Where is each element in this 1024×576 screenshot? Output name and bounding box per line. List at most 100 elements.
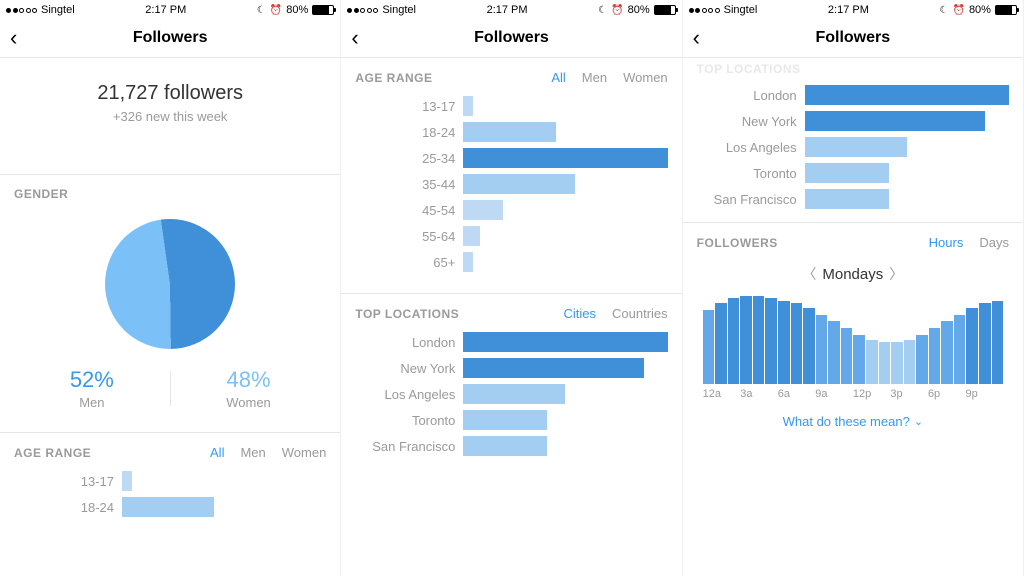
- hbar-label: 13-17: [355, 99, 463, 114]
- tab-age-men[interactable]: Men: [582, 70, 607, 85]
- hbar-row: Los Angeles: [697, 134, 1009, 160]
- hbar-bar: [805, 137, 907, 157]
- hbar-row: London: [355, 329, 667, 355]
- alarm-icon: ⏰: [952, 5, 964, 16]
- follower-count: 21,727 followers: [0, 82, 340, 105]
- hour-bar: [740, 296, 752, 384]
- hbar-bar: [463, 332, 667, 352]
- hour-axis-tick: 6a: [778, 388, 816, 400]
- status-bar: Singtel 2:17 PM ☾ ⏰ 80%: [0, 0, 340, 18]
- chevron-right-icon[interactable]: 〉: [889, 264, 903, 284]
- tab-days[interactable]: Days: [979, 235, 1009, 250]
- follower-delta: +326 new this week: [0, 109, 340, 124]
- gender-women-pct: 48%: [171, 367, 327, 393]
- age-section-label: AGE RANGE: [14, 446, 91, 460]
- tab-loc-countries[interactable]: Countries: [612, 306, 668, 321]
- what-do-these-mean-link[interactable]: What do these mean? ⌄: [697, 400, 1009, 435]
- hour-bar: [803, 308, 815, 384]
- hbar-bar: [463, 226, 479, 246]
- hour-bar: [891, 342, 903, 384]
- hour-axis-tick: 12a: [703, 388, 741, 400]
- clock-label: 2:17 PM: [487, 4, 528, 16]
- hour-bar: [979, 303, 991, 384]
- hour-bar: [879, 342, 891, 384]
- gender-section-label: GENDER: [14, 187, 68, 201]
- battery-icon: [654, 5, 676, 15]
- battery-pct-label: 80%: [969, 4, 991, 16]
- hbar-label: Los Angeles: [355, 387, 463, 402]
- tab-age-women[interactable]: Women: [623, 70, 668, 85]
- hbar-label: San Francisco: [697, 192, 805, 207]
- hbar-bar: [805, 189, 889, 209]
- hbar-label: Toronto: [355, 413, 463, 428]
- age-tabs: All Men Women: [210, 445, 326, 460]
- hbar-row: 13-17: [14, 468, 326, 494]
- hbar-bar: [463, 122, 555, 142]
- hbar-row: New York: [697, 108, 1009, 134]
- hour-axis-tick: 9p: [965, 388, 1003, 400]
- hour-bar: [753, 296, 765, 384]
- carrier-label: Singtel: [382, 4, 416, 16]
- hbar-bar: [463, 148, 667, 168]
- followers-time-tabs: Hours Days: [929, 235, 1009, 250]
- nav-header: ‹ Followers: [0, 18, 340, 58]
- gender-men-label: Men: [14, 395, 170, 410]
- hour-bar: [778, 301, 790, 384]
- back-button[interactable]: ‹: [10, 27, 17, 49]
- hbar-row: New York: [355, 355, 667, 381]
- hour-bar: [828, 321, 840, 384]
- hbar-row: 35-44: [355, 171, 667, 197]
- tab-age-all[interactable]: All: [551, 70, 565, 85]
- hbar-row: Los Angeles: [355, 381, 667, 407]
- screen-2-age-locations: Singtel 2:17 PM ☾ ⏰ 80% ‹ Followers AGE …: [341, 0, 682, 576]
- gender-men-cell: 52% Men: [14, 367, 170, 410]
- back-button[interactable]: ‹: [693, 27, 700, 49]
- tab-loc-cities[interactable]: Cities: [564, 306, 597, 321]
- battery-icon: [995, 5, 1017, 15]
- chevron-left-icon[interactable]: 〈: [802, 264, 816, 284]
- tab-age-men[interactable]: Men: [240, 445, 265, 460]
- hour-bar: [904, 340, 916, 384]
- followers-time-label: FOLLOWERS: [697, 236, 778, 250]
- hour-bar: [765, 298, 777, 384]
- hour-axis-tick: 6p: [928, 388, 966, 400]
- tab-age-all[interactable]: All: [210, 445, 224, 460]
- day-selector[interactable]: 〈 Mondays 〉: [697, 250, 1009, 294]
- hbar-bar: [463, 96, 473, 116]
- clock-label: 2:17 PM: [145, 4, 186, 16]
- hbar-label: 18-24: [355, 125, 463, 140]
- age-section-peek: AGE RANGE All Men Women 13-1718-24: [0, 432, 340, 530]
- dnd-moon-icon: ☾: [257, 5, 266, 16]
- hours-bar-chart: [697, 294, 1009, 384]
- carrier-label: Singtel: [41, 4, 75, 16]
- dnd-moon-icon: ☾: [598, 5, 607, 16]
- nav-header: ‹ Followers: [341, 18, 681, 58]
- locations-tabs: Cities Countries: [564, 306, 668, 321]
- hour-bar: [715, 303, 727, 384]
- signal-dots-icon: [347, 8, 378, 13]
- hbar-bar: [463, 358, 643, 378]
- followers-time-section: FOLLOWERS Hours Days 〈 Mondays 〉 12a3a6a…: [683, 222, 1023, 441]
- hbar-row: 18-24: [14, 494, 326, 520]
- locations-section-label-cut: TOP LOCATIONS: [683, 58, 1023, 76]
- hbar-bar: [805, 163, 889, 183]
- gender-women-label: Women: [171, 395, 327, 410]
- carrier-label: Singtel: [724, 4, 758, 16]
- hour-bar: [954, 315, 966, 384]
- locations-section: TOP LOCATIONS Cities Countries LondonNew…: [341, 293, 681, 469]
- hour-bar: [791, 303, 803, 384]
- hour-bar: [966, 308, 978, 384]
- hour-bar: [916, 335, 928, 384]
- hbar-label: San Francisco: [355, 439, 463, 454]
- hbar-bar: [463, 410, 547, 430]
- hbar-bar: [463, 384, 565, 404]
- hour-bar: [929, 328, 941, 384]
- hour-bar: [992, 301, 1004, 384]
- hour-bar: [866, 340, 878, 384]
- page-title: Followers: [133, 29, 208, 47]
- tab-hours[interactable]: Hours: [929, 235, 964, 250]
- screen-3-locations-hours: Singtel 2:17 PM ☾ ⏰ 80% ‹ Followers TOP …: [683, 0, 1024, 576]
- tab-age-women[interactable]: Women: [282, 445, 327, 460]
- back-button[interactable]: ‹: [351, 27, 358, 49]
- signal-dots-icon: [6, 8, 37, 13]
